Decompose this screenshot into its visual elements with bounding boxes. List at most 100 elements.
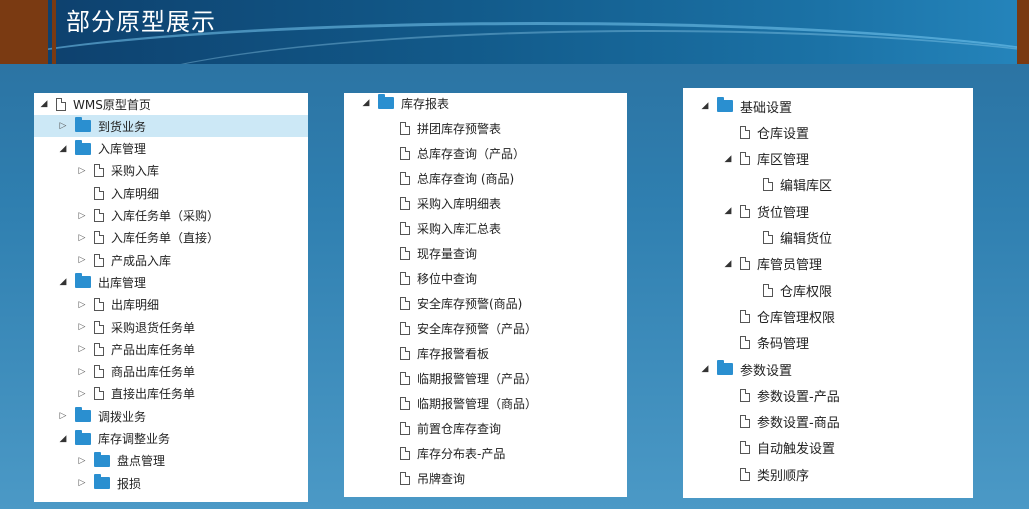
- tree-node[interactable]: ▷ 产成品入库: [34, 249, 308, 271]
- expand-triangle-icon[interactable]: ▷: [76, 211, 88, 221]
- folder-icon: [75, 139, 91, 155]
- expand-triangle-icon[interactable]: ▷: [57, 411, 69, 421]
- tree-node[interactable]: 总库存查询（产品）: [344, 142, 627, 164]
- tree-node[interactable]: ◢ 库存报表: [344, 93, 627, 114]
- file-icon: [400, 221, 410, 235]
- tree-node[interactable]: ◢ 库管员管理: [683, 251, 973, 277]
- collapse-triangle-icon[interactable]: ◢: [699, 101, 711, 111]
- expand-triangle-icon[interactable]: ▷: [76, 322, 88, 332]
- tree-node[interactable]: ◢ 库存调整业务: [34, 428, 308, 450]
- header-accent-left: [0, 0, 48, 64]
- tree-node[interactable]: 参数设置-产品: [683, 382, 973, 408]
- tree-node[interactable]: 采购入库汇总表: [344, 217, 627, 239]
- tree-node[interactable]: ▷ 到货业务: [34, 115, 308, 138]
- tree-node[interactable]: ▷ 采购入库: [34, 160, 308, 182]
- collapse-triangle-icon[interactable]: ◢: [722, 154, 734, 164]
- tree-node[interactable]: ▷ 报损: [34, 472, 308, 494]
- tree-node[interactable]: 前置仓库存查询: [344, 417, 627, 439]
- tree-node[interactable]: ◢ 参数设置: [683, 356, 973, 382]
- tree-node-label: 移位中查询: [417, 271, 478, 286]
- tree-node[interactable]: 安全库存预警(商品): [344, 292, 627, 314]
- tree-node[interactable]: 入库明细: [34, 182, 308, 204]
- tree-node[interactable]: 库存报警看板: [344, 342, 627, 364]
- expand-triangle-icon[interactable]: ▷: [76, 456, 88, 466]
- tree-node[interactable]: 类别顺序: [683, 461, 973, 487]
- expand-triangle-icon[interactable]: ▷: [76, 367, 88, 377]
- file-icon: [740, 125, 750, 139]
- tree-node[interactable]: 临期报警管理（商品）: [344, 392, 627, 414]
- expand-triangle-icon[interactable]: ▷: [76, 478, 88, 488]
- tree-node[interactable]: 仓库设置: [683, 119, 973, 145]
- expand-triangle-icon[interactable]: ▷: [76, 233, 88, 243]
- tree-node[interactable]: 拼团库存预警表: [344, 117, 627, 139]
- file-icon: [400, 371, 410, 385]
- tree-node[interactable]: ▷ 直接出库任务单: [34, 383, 308, 405]
- file-icon: [94, 231, 104, 245]
- expand-triangle-icon[interactable]: ▷: [76, 166, 88, 176]
- tree-node[interactable]: 吊牌查询: [344, 467, 627, 489]
- tree-node[interactable]: 编辑库区: [683, 172, 973, 198]
- header-accent-right: [1017, 0, 1029, 64]
- tree-node[interactable]: 安全库存预警（产品）: [344, 317, 627, 339]
- tree-node[interactable]: 条码管理: [683, 330, 973, 356]
- tree-node[interactable]: 现存量查询: [344, 242, 627, 264]
- file-icon: [400, 121, 410, 135]
- tree-node[interactable]: 移位中查询: [344, 267, 627, 289]
- tree-node[interactable]: 自动触发设置: [683, 435, 973, 461]
- tree-node[interactable]: ▷ 调拨业务: [34, 405, 308, 427]
- file-icon: [400, 171, 410, 185]
- tree-node[interactable]: ◢ 入库管理: [34, 138, 308, 160]
- tree-node[interactable]: ▷ 入库任务单（采购）: [34, 205, 308, 227]
- file-icon: [94, 342, 104, 356]
- tree-node[interactable]: ◢ 基础设置: [683, 93, 973, 119]
- tree-node-label: 采购入库汇总表: [417, 221, 502, 236]
- collapse-triangle-icon[interactable]: ◢: [57, 434, 69, 444]
- collapse-triangle-icon[interactable]: ◢: [38, 99, 50, 109]
- tree-node[interactable]: 编辑货位: [683, 225, 973, 251]
- tree-node-label: 采购入库: [111, 164, 160, 179]
- header-accent-stripe: [52, 0, 56, 64]
- tree-node-label: 入库任务单（采购）: [111, 209, 220, 223]
- settings-tree-panel: ◢ 基础设置 仓库设置 ◢ 库区管理编辑库区 ◢ 货位管理 编辑货位 ◢ 库管员管理 仓库权限 仓库管…: [683, 88, 973, 498]
- file-icon: [740, 152, 750, 166]
- tree-node[interactable]: 临期报警管理（产品）: [344, 367, 627, 389]
- tree-node[interactable]: ▷ 采购退货任务单: [34, 316, 308, 338]
- file-icon: [740, 415, 750, 429]
- expand-triangle-icon[interactable]: ▷: [76, 344, 88, 354]
- tree-node-label: 商品出库任务单: [111, 365, 196, 380]
- tree-node[interactable]: ◢ 出库管理: [34, 271, 308, 293]
- tree-node[interactable]: 总库存查询 (商品): [344, 167, 627, 189]
- tree-node[interactable]: 采购入库明细表: [344, 192, 627, 214]
- tree-node-label: 到货业务: [98, 119, 147, 134]
- tree-node[interactable]: ◢ 货位管理: [683, 198, 973, 224]
- tree-node[interactable]: 仓库权限: [683, 277, 973, 303]
- tree-node-label: 盘点管理: [117, 454, 166, 469]
- collapse-triangle-icon[interactable]: ◢: [722, 206, 734, 216]
- tree-node[interactable]: ◢ 库区管理: [683, 146, 973, 172]
- file-icon: [94, 186, 104, 200]
- tree-node[interactable]: 参数设置-商品: [683, 409, 973, 435]
- tree-node-label: 产品出库任务单: [111, 342, 196, 357]
- tree-node[interactable]: ▷ 入库任务单（直接）: [34, 227, 308, 249]
- tree-node[interactable]: ▷ 出库明细: [34, 294, 308, 316]
- tree-node[interactable]: ▷ 商品出库任务单: [34, 361, 308, 383]
- expand-triangle-icon[interactable]: ▷: [76, 389, 88, 399]
- tree-node[interactable]: ▷ 产品出库任务单: [34, 338, 308, 360]
- expand-triangle-icon[interactable]: ▷: [76, 255, 88, 265]
- tree-node[interactable]: 仓库管理权限: [683, 303, 973, 329]
- tree-node[interactable]: 库存分布表-产品: [344, 442, 627, 464]
- expand-triangle-icon[interactable]: ▷: [76, 300, 88, 310]
- tree-node[interactable]: ◢ WMS原型首页: [34, 93, 308, 115]
- tree-node[interactable]: ▷ 盘点管理: [34, 450, 308, 472]
- folder-icon: [378, 94, 394, 109]
- collapse-triangle-icon[interactable]: ◢: [57, 277, 69, 287]
- tree-node-label: 拼团库存预警表: [417, 121, 502, 136]
- folder-icon: [94, 474, 110, 490]
- collapse-triangle-icon[interactable]: ◢: [699, 364, 711, 374]
- collapse-triangle-icon[interactable]: ◢: [57, 144, 69, 154]
- folder-icon: [717, 97, 733, 112]
- collapse-triangle-icon[interactable]: ◢: [722, 259, 734, 269]
- tree-node-label: 库区管理: [757, 153, 810, 169]
- collapse-triangle-icon[interactable]: ◢: [360, 98, 372, 108]
- expand-triangle-icon[interactable]: ▷: [57, 121, 69, 131]
